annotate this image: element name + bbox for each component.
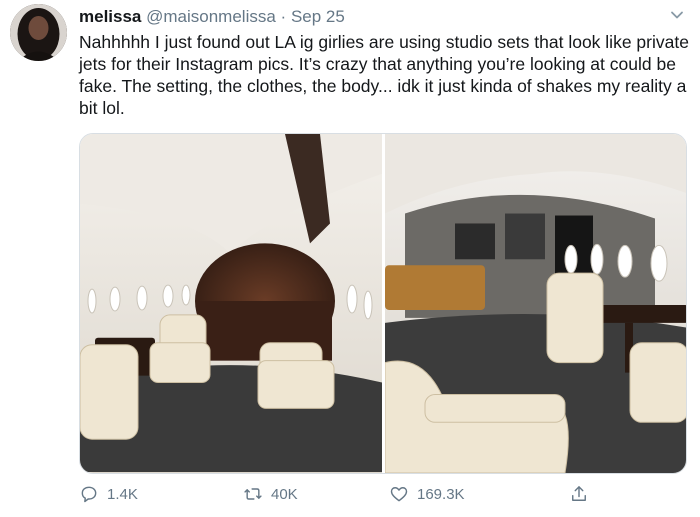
share-button[interactable] xyxy=(569,484,589,504)
retweet-icon xyxy=(244,488,262,500)
author-name[interactable]: melissa xyxy=(79,7,141,26)
separator-dot: · xyxy=(280,7,287,26)
jet-interior-photo xyxy=(80,134,382,473)
studio-set-photo xyxy=(385,134,686,473)
heart-icon xyxy=(390,487,408,502)
avatar-photo xyxy=(10,4,67,61)
tweet-text: Nahhhhh I just found out LA ig girlies a… xyxy=(79,32,689,118)
chevron-down-icon[interactable] xyxy=(668,6,686,24)
reply-icon xyxy=(81,486,97,503)
share-icon xyxy=(572,486,586,501)
reply-button[interactable]: 1.4K xyxy=(79,484,138,504)
tweet-date[interactable]: Sep 25 xyxy=(291,7,345,26)
media-photo-left[interactable] xyxy=(80,134,382,473)
like-count: 169.3K xyxy=(417,485,465,503)
tweet-media[interactable] xyxy=(79,133,687,474)
reply-count: 1.4K xyxy=(107,485,138,503)
retweet-button[interactable]: 40K xyxy=(243,484,298,504)
media-photo-right[interactable] xyxy=(385,134,686,473)
tweet-header: melissa @maisonmelissa · Sep 25 xyxy=(79,7,345,27)
author-handle[interactable]: @maisonmelissa xyxy=(146,7,276,26)
retweet-count: 40K xyxy=(271,485,298,503)
like-button[interactable]: 169.3K xyxy=(389,484,465,504)
tweet-actions: 1.4K 40K 169.3K xyxy=(79,484,679,510)
avatar[interactable] xyxy=(10,4,67,61)
